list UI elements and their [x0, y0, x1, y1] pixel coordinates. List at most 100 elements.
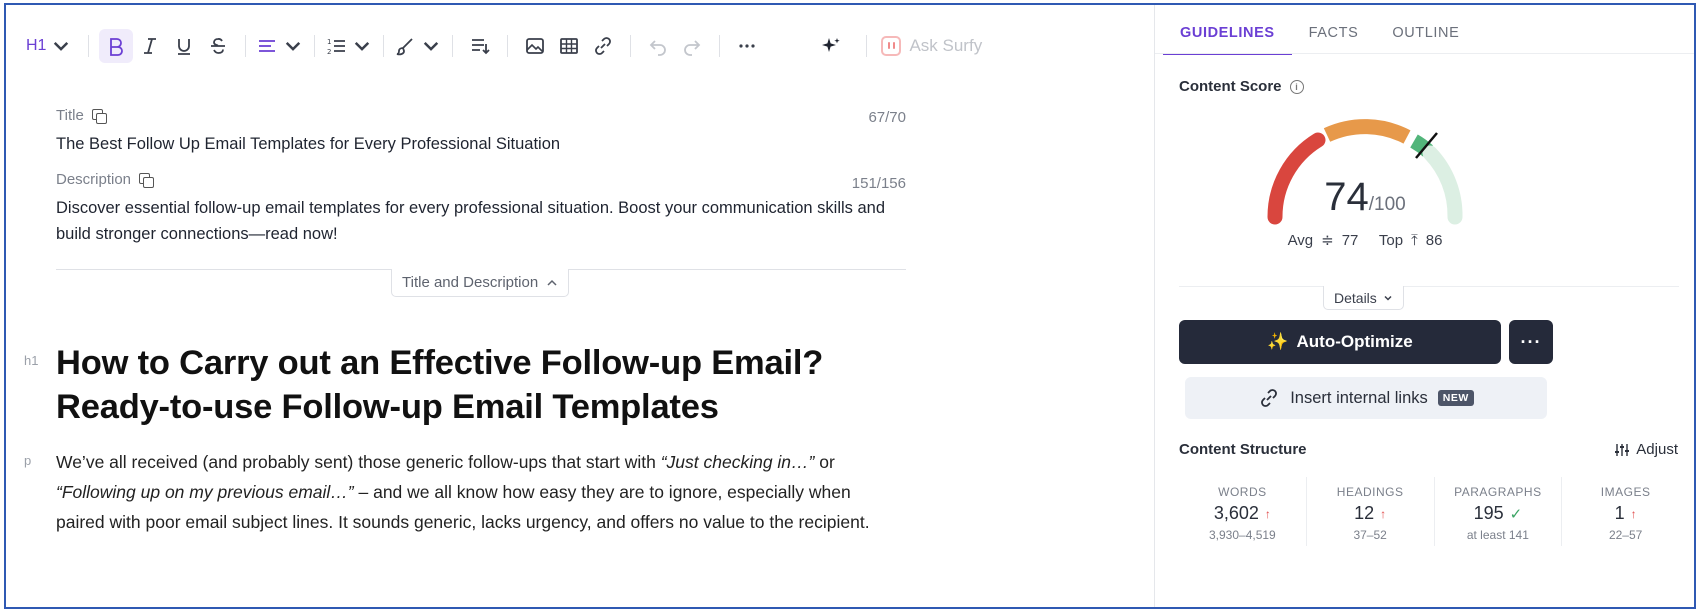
block-type-p: p — [24, 453, 32, 468]
toolbar-divider — [866, 35, 868, 57]
ordered-list-icon: 12 — [327, 38, 346, 56]
toolbar-divider — [719, 35, 721, 57]
strikethrough-icon — [211, 38, 226, 54]
insert-image-button[interactable] — [518, 29, 552, 63]
undo-button[interactable] — [641, 29, 675, 63]
list-dropdown[interactable]: 12 — [325, 29, 373, 63]
heading-label: H1 — [26, 37, 47, 54]
avg-value: 77 — [1341, 232, 1359, 249]
title-char-count: 67/70 — [868, 109, 906, 126]
avg-label: Avg — [1287, 232, 1314, 249]
block-type-h1: h1 — [24, 353, 39, 368]
stat-value: 3,602 — [1213, 503, 1259, 523]
line-spacing-button[interactable] — [463, 29, 497, 63]
surfy-icon — [881, 36, 902, 56]
tabs-divider — [1155, 53, 1694, 54]
ask-surfy-button[interactable]: Ask Surfy — [881, 36, 982, 56]
undo-icon — [650, 40, 667, 56]
chevron-up-icon — [547, 279, 557, 286]
sort-lines-icon — [472, 39, 491, 55]
stat-value: 12 — [1354, 503, 1375, 523]
description-label: Description — [56, 171, 132, 188]
stat-label: IMAGES — [1600, 485, 1651, 499]
underline-button[interactable] — [167, 29, 201, 63]
info-icon[interactable]: i — [1289, 79, 1304, 94]
insert-internal-links-button[interactable]: Insert internal links NEW — [1185, 377, 1547, 419]
paragraph-text: or — [814, 452, 835, 472]
more-horizontal-icon — [739, 44, 756, 48]
stat-range: 22–57 — [1608, 528, 1643, 542]
stat-label: PARAGRAPHS — [1454, 485, 1542, 499]
title-label: Title — [56, 107, 84, 124]
description-meta-row: Description 151/156 — [56, 171, 906, 193]
tab-facts[interactable]: FACTS — [1292, 17, 1376, 55]
svg-text:2: 2 — [327, 48, 331, 56]
toggle-label: Title and Description — [402, 274, 539, 291]
stat-range: 37–52 — [1353, 528, 1387, 542]
guidelines-panel: GUIDELINES FACTS OUTLINE Content Score i… — [1154, 5, 1694, 607]
align-left-icon — [259, 40, 276, 52]
strikethrough-button[interactable] — [201, 29, 235, 63]
chevron-down-icon — [286, 41, 301, 51]
details-toggle[interactable]: Details — [1323, 286, 1404, 310]
sliders-icon — [1615, 443, 1630, 456]
avg-icon: ≑ — [1321, 232, 1334, 249]
insert-link-button[interactable] — [586, 29, 620, 63]
score-readout: 74/100 — [1255, 175, 1475, 220]
paragraph-quote: “Just checking in…” — [660, 452, 815, 472]
stat-headings: HEADINGS 12 ↑ 37–52 — [1307, 477, 1435, 546]
content-structure-label: Content Structure — [1179, 441, 1307, 458]
check-icon: ✓ — [1509, 505, 1523, 523]
italic-icon — [144, 38, 157, 54]
link-icon — [1261, 389, 1278, 407]
underline-icon — [178, 39, 191, 55]
score-max: /100 — [1368, 194, 1406, 215]
auto-optimize-more-button[interactable]: ··· — [1509, 320, 1553, 364]
ai-sparkle-button[interactable] — [814, 29, 848, 63]
toolbar-divider — [452, 35, 454, 57]
image-icon — [526, 38, 545, 54]
insert-table-button[interactable] — [552, 29, 586, 63]
bold-button[interactable] — [99, 29, 134, 63]
redo-button[interactable] — [675, 29, 709, 63]
toolbar-divider — [507, 35, 509, 57]
editor-pane: H1 12 Ask Surfy Title 67/70 The Best Fol… — [6, 5, 1252, 607]
highlight-dropdown[interactable] — [394, 29, 442, 63]
link-icon — [595, 37, 612, 55]
align-dropdown[interactable] — [256, 29, 304, 63]
copy-icon[interactable] — [91, 108, 107, 124]
heading-dropdown[interactable]: H1 — [20, 29, 78, 63]
details-divider — [1179, 286, 1679, 287]
formatting-toolbar: H1 12 Ask Surfy — [20, 27, 982, 65]
auto-optimize-label: Auto-Optimize — [1296, 332, 1413, 351]
title-label-group: Title — [56, 107, 107, 124]
adjust-button[interactable]: Adjust — [1614, 441, 1678, 458]
table-icon — [560, 38, 579, 54]
arrow-up-icon: ↑ — [1630, 506, 1637, 521]
description-text[interactable]: Discover essential follow-up email templ… — [56, 195, 916, 247]
chevron-down-icon — [424, 41, 439, 51]
tab-guidelines[interactable]: GUIDELINES — [1163, 17, 1292, 55]
details-label: Details — [1334, 289, 1377, 306]
intro-paragraph[interactable]: We’ve all received (and probably sent) t… — [56, 447, 896, 537]
score-value: 74 — [1324, 175, 1369, 219]
chevron-down-icon — [355, 41, 370, 51]
brush-icon — [397, 38, 414, 56]
stat-range: at least 141 — [1466, 528, 1529, 542]
tab-outline[interactable]: OUTLINE — [1375, 17, 1476, 55]
title-description-toggle[interactable]: Title and Description — [391, 269, 570, 297]
italic-button[interactable] — [133, 29, 167, 63]
toolbar-divider — [630, 35, 632, 57]
main-heading[interactable]: How to Carry out an Effective Follow-up … — [56, 341, 916, 429]
sparkle-icon: ✨ — [1267, 332, 1289, 351]
copy-icon[interactable] — [139, 172, 155, 188]
insert-links-label: Insert internal links — [1290, 388, 1428, 407]
app-frame: H1 12 Ask Surfy Title 67/70 The Best Fol… — [4, 3, 1696, 609]
auto-optimize-button[interactable]: ✨ Auto-Optimize — [1179, 320, 1501, 364]
more-options-button[interactable] — [730, 29, 764, 63]
title-meta-row: Title 67/70 — [56, 107, 906, 129]
title-text[interactable]: The Best Follow Up Email Templates for E… — [56, 131, 906, 157]
more-horizontal-icon: ··· — [1520, 331, 1542, 352]
paragraph-text: We’ve all received (and probably sent) t… — [56, 452, 661, 472]
stat-value: 195 — [1473, 503, 1504, 523]
